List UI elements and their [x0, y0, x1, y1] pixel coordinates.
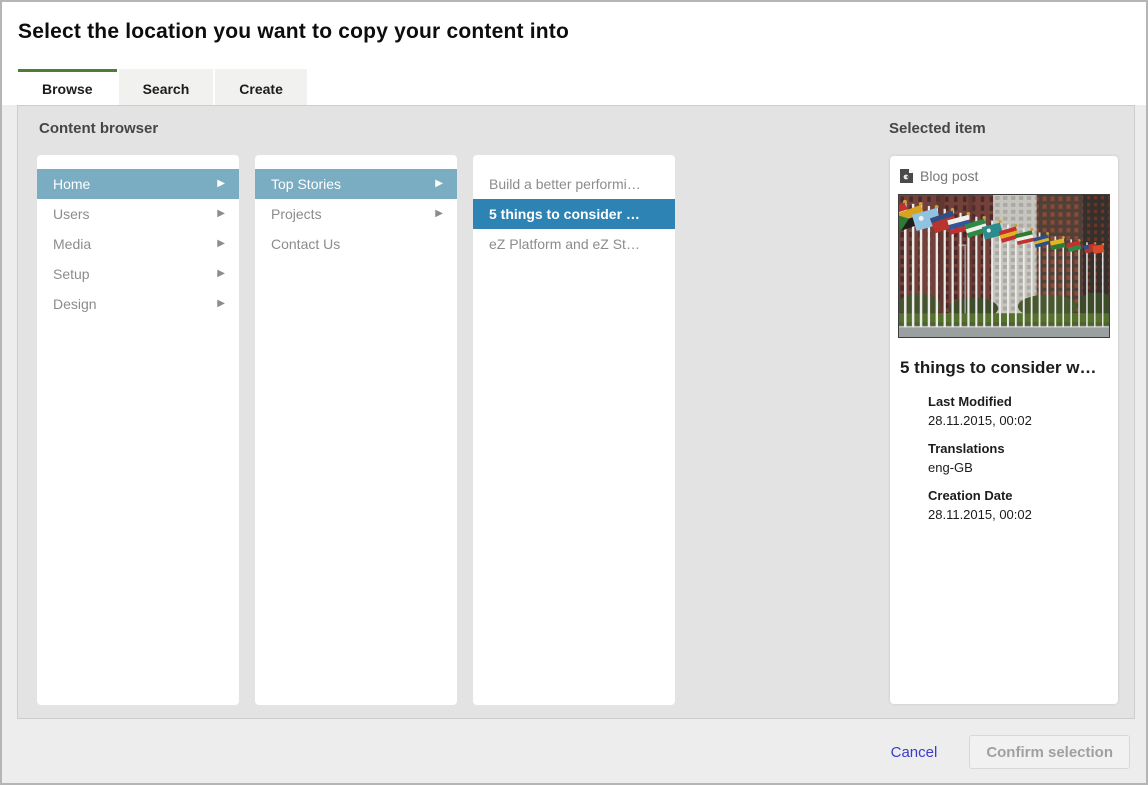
finder-item-label: Users: [53, 199, 217, 229]
tab-create[interactable]: Create: [215, 69, 307, 105]
field-value: 28.11.2015, 00:02: [928, 507, 1110, 522]
page-title: Select the location you want to copy you…: [18, 20, 569, 44]
content-browser-heading: Content browser: [39, 120, 158, 137]
field-value: 28.11.2015, 00:02: [928, 413, 1110, 428]
finder-column-3: Build a better performi… 5 things to con…: [473, 155, 675, 705]
finder-item-contact-us[interactable]: Contact Us: [255, 229, 457, 259]
finder-item-label: Top Stories: [271, 169, 435, 199]
finder-item-setup[interactable]: Setup ▶: [37, 259, 239, 289]
finder-item-label: Home: [53, 169, 217, 199]
cancel-button[interactable]: Cancel: [891, 744, 938, 761]
finder-item-label: Contact Us: [271, 229, 447, 259]
selected-item-heading: Selected item: [889, 120, 986, 137]
finder-column-2: Top Stories ▶ Projects ▶ Contact Us: [255, 155, 457, 705]
content-browser-panel: Content browser Selected item Home ▶ Use…: [17, 105, 1135, 719]
selected-item-fields: Last Modified 28.11.2015, 00:02 Translat…: [928, 394, 1110, 522]
field-last-modified: Last Modified 28.11.2015, 00:02: [928, 394, 1110, 428]
chevron-right-icon: ▶: [435, 199, 447, 229]
finder-item-media[interactable]: Media ▶: [37, 229, 239, 259]
field-label: Creation Date: [928, 488, 1110, 503]
chevron-right-icon: ▶: [217, 259, 229, 289]
selected-item-card: Blog post: [890, 156, 1118, 704]
finder-item-projects[interactable]: Projects ▶: [255, 199, 457, 229]
content-type-row: Blog post: [898, 168, 1110, 184]
chevron-right-icon: ▶: [217, 169, 229, 199]
content-type-label: Blog post: [920, 168, 978, 184]
finder-item-label: Media: [53, 229, 217, 259]
finder-item-design[interactable]: Design ▶: [37, 289, 239, 319]
field-label: Last Modified: [928, 394, 1110, 409]
chevron-right-icon: ▶: [217, 229, 229, 259]
field-value: eng-GB: [928, 460, 1110, 475]
field-creation-date: Creation Date 28.11.2015, 00:02: [928, 488, 1110, 522]
finder-columns: Home ▶ Users ▶ Media ▶ Setup ▶ Design: [37, 155, 691, 705]
finder-item-build-a-better[interactable]: Build a better performi…: [473, 169, 675, 199]
tab-search[interactable]: Search: [119, 69, 214, 105]
finder-item-label: Build a better performi…: [489, 169, 665, 199]
finder-item-label: 5 things to consider …: [489, 199, 665, 229]
finder-item-label: eZ Platform and eZ St…: [489, 229, 665, 259]
finder-item-label: Design: [53, 289, 217, 319]
dialog-footer: Cancel Confirm selection: [2, 719, 1146, 785]
tab-browse[interactable]: Browse: [18, 69, 117, 105]
chevron-right-icon: ▶: [435, 169, 447, 199]
finder-column-1: Home ▶ Users ▶ Media ▶ Setup ▶ Design: [37, 155, 239, 705]
chevron-right-icon: ▶: [217, 289, 229, 319]
copy-location-dialog: Select the location you want to copy you…: [0, 0, 1148, 785]
finder-item-label: Setup: [53, 259, 217, 289]
finder-item-top-stories[interactable]: Top Stories ▶: [255, 169, 457, 199]
selected-item-thumbnail: [898, 194, 1110, 338]
finder-item-5-things[interactable]: 5 things to consider …: [473, 199, 675, 229]
finder-item-ez-platform[interactable]: eZ Platform and eZ St…: [473, 229, 675, 259]
confirm-selection-button[interactable]: Confirm selection: [969, 735, 1130, 769]
selected-item-title: 5 things to consider w…: [900, 358, 1110, 378]
field-translations: Translations eng-GB: [928, 441, 1110, 475]
chevron-right-icon: ▶: [217, 199, 229, 229]
tab-bar: Browse Search Create: [18, 69, 309, 105]
field-label: Translations: [928, 441, 1110, 456]
finder-item-home[interactable]: Home ▶: [37, 169, 239, 199]
finder-item-label: Projects: [271, 199, 435, 229]
document-icon: [900, 168, 913, 184]
finder-item-users[interactable]: Users ▶: [37, 199, 239, 229]
